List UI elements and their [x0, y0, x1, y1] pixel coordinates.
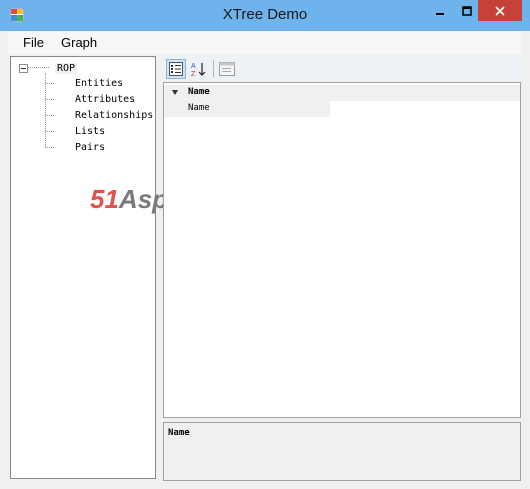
tree-connector [45, 131, 54, 132]
maximize-button[interactable] [453, 0, 480, 21]
tree-node-relationships[interactable]: Relationships [75, 110, 153, 121]
toolbar-separator [213, 60, 214, 77]
property-pages-icon [219, 62, 235, 76]
tree-connector-vertical [45, 73, 46, 147]
tree-connector [45, 147, 54, 148]
menu-bar: File Graph [8, 31, 522, 54]
property-grid-view: Name Name [163, 82, 521, 418]
menu-file[interactable]: File [23, 35, 44, 50]
collapse-icon[interactable] [19, 64, 28, 73]
help-title: Name [168, 428, 190, 438]
menu-graph[interactable]: Graph [61, 35, 97, 50]
property-gutter [164, 101, 180, 117]
help-pane: Name [163, 422, 521, 481]
splitter[interactable] [156, 56, 163, 479]
maximize-icon [461, 5, 472, 16]
alphabetical-button[interactable]: A Z [189, 59, 209, 79]
tree-connector [27, 67, 49, 68]
property-value-cell[interactable] [331, 101, 520, 117]
svg-text:A: A [191, 63, 196, 70]
minimize-icon [435, 12, 444, 15]
property-toolbar: A Z [163, 56, 522, 81]
category-label: Name [188, 87, 210, 97]
categorized-button[interactable] [166, 59, 186, 79]
tree-node-attributes[interactable]: Attributes [75, 94, 135, 105]
property-name: Name [188, 103, 210, 113]
tree-root-node[interactable]: ROP [55, 63, 78, 74]
tree-view[interactable]: ROP Entities Attributes Relationships Li… [10, 56, 156, 479]
category-row[interactable]: Name [164, 85, 520, 101]
categorized-icon [169, 62, 183, 76]
collapse-triangle-icon[interactable] [172, 90, 178, 95]
minimize-button[interactable] [426, 0, 453, 21]
svg-text:Z: Z [191, 71, 196, 77]
tree-node-pairs[interactable]: Pairs [75, 142, 105, 153]
alphabetical-icon: A Z [191, 63, 206, 77]
tree-connector [45, 83, 54, 84]
property-name-cell[interactable]: Name [180, 101, 330, 117]
tree-connector [45, 115, 54, 116]
tree-node-entities[interactable]: Entities [75, 78, 123, 89]
close-button[interactable] [478, 0, 522, 21]
content-area: ROP Entities Attributes Relationships Li… [8, 54, 522, 481]
property-row[interactable]: Name [164, 101, 520, 117]
title-bar[interactable]: XTree Demo [0, 0, 530, 31]
tree-connector [45, 99, 54, 100]
property-pages-button[interactable] [217, 59, 237, 79]
tree-node-lists[interactable]: Lists [75, 126, 105, 137]
property-grid: A Z Name Name Name [163, 56, 522, 481]
main-window: XTree Demo File Graph ROP Entities Attri… [0, 0, 530, 489]
close-icon [495, 5, 505, 16]
